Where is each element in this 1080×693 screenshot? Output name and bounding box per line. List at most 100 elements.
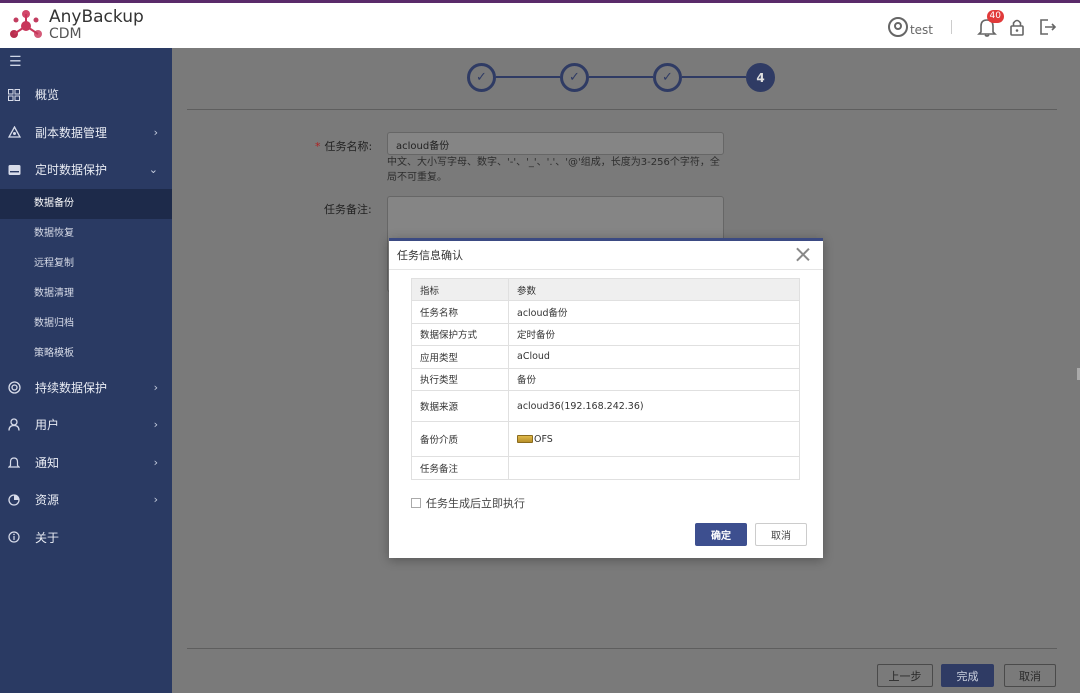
chevron-right-icon: ›: [153, 493, 158, 507]
wizard-steps: ✓ ✓ ✓ 4: [467, 63, 782, 93]
brand-name: AnyBackup: [49, 7, 144, 27]
sidebar-subitem-data-backup[interactable]: 数据备份: [0, 188, 172, 219]
sidebar-subitem-data-archive[interactable]: 数据归档: [0, 309, 172, 339]
menu-toggle-icon[interactable]: ☰: [0, 48, 172, 76]
info-icon: [7, 530, 21, 544]
table-row: 数据来源 acloud36(192.168.242.36): [411, 390, 800, 422]
table-row: 任务名称 acloud备份: [411, 300, 800, 324]
step-done-check-icon: ✓: [653, 63, 682, 92]
user-avatar-icon[interactable]: [887, 17, 908, 37]
sidebar-item-label: 副本数据管理: [35, 125, 108, 140]
table-row: 备份介质 OFS: [411, 421, 800, 457]
sidebar-item-continuous-protection[interactable]: 持续数据保护 ›: [0, 369, 172, 407]
row-key: 数据保护方式: [411, 322, 509, 346]
sidebar-item-label: 持续数据保护: [35, 380, 108, 395]
storage-media-name: OFS: [534, 433, 553, 445]
row-key: 备份介质: [411, 421, 509, 457]
row-value: 备份: [508, 367, 800, 391]
step-connector: [682, 76, 746, 78]
header-actions: test 40: [887, 10, 1058, 40]
table-header-row: 指标 参数: [411, 278, 800, 301]
prev-step-button[interactable]: 上一步: [877, 664, 933, 687]
divider: [187, 109, 1057, 110]
sidebar-item-users[interactable]: 用户 ›: [0, 406, 172, 444]
step-done-check-icon: ✓: [467, 63, 496, 92]
step-current: 4: [746, 63, 775, 92]
lock-icon[interactable]: [1006, 16, 1028, 38]
sidebar-subitem-remote-copy[interactable]: 远程复制: [0, 249, 172, 279]
finish-button[interactable]: 完成: [941, 664, 994, 687]
divider: [951, 20, 952, 34]
row-value: [508, 456, 800, 480]
sidebar-item-about[interactable]: 关于: [0, 519, 172, 557]
username[interactable]: test: [910, 23, 933, 37]
run-now-option[interactable]: 任务生成后立即执行: [411, 495, 525, 511]
continuous-icon: [7, 380, 21, 394]
run-now-label: 任务生成后立即执行: [426, 497, 525, 510]
sidebar-item-label: 用户: [35, 418, 60, 433]
divider: [187, 648, 1057, 649]
brand: AnyBackup CDM: [49, 9, 144, 43]
close-icon[interactable]: [795, 246, 811, 262]
top-bar: AnyBackup CDM test 40: [0, 0, 1080, 48]
notification-bell-icon[interactable]: 40: [976, 10, 1004, 38]
sidebar-item-copy-data[interactable]: 副本数据管理 ›: [0, 114, 172, 152]
task-name-help: 中文、大小写字母、数字、'-'、'_'、'.'、'@'组成，长度为3-256个字…: [387, 157, 720, 183]
sidebar-item-label: 概览: [35, 88, 60, 103]
row-key: 应用类型: [411, 345, 509, 369]
logout-icon[interactable]: [1036, 16, 1058, 38]
task-name-label: * 任务名称:: [315, 138, 372, 154]
chevron-right-icon: ›: [153, 125, 158, 139]
table-row: 执行类型 备份: [411, 367, 800, 391]
anybackup-logo-icon: [10, 10, 42, 38]
storage-media-icon: [517, 434, 533, 443]
dialog-title: 任务信息确认: [389, 241, 823, 270]
chevron-right-icon: ›: [153, 418, 158, 432]
column-header: 指标: [411, 278, 509, 301]
row-key: 数据来源: [411, 390, 509, 422]
sidebar-item-label: 关于: [35, 530, 60, 545]
run-now-checkbox[interactable]: [411, 498, 421, 508]
user-icon: [7, 418, 21, 432]
row-value: OFS: [508, 421, 800, 457]
sidebar-item-overview[interactable]: 概览: [0, 76, 172, 114]
table-row: 数据保护方式 定时备份: [411, 322, 800, 346]
step-connector: [589, 76, 653, 78]
grid-icon: [7, 88, 21, 102]
dialog-cancel-button[interactable]: 取消: [755, 523, 807, 546]
notification-badge: 40: [986, 10, 1004, 23]
sidebar-item-resources[interactable]: 资源 ›: [0, 481, 172, 519]
chevron-right-icon: ›: [153, 380, 158, 394]
step-connector: [496, 76, 560, 78]
table-row: 应用类型 aCloud: [411, 345, 800, 369]
sidebar-subitem-data-cleanup[interactable]: 数据清理: [0, 279, 172, 309]
confirm-button[interactable]: 确定: [695, 523, 747, 546]
row-key: 任务备注: [411, 456, 509, 480]
task-name-input[interactable]: acloud备份: [387, 132, 724, 155]
sidebar-item-notifications[interactable]: 通知 ›: [0, 444, 172, 482]
pie-icon: [7, 493, 21, 507]
sidebar-subitem-policy-template[interactable]: 策略模板: [0, 339, 172, 369]
required-mark: *: [315, 140, 321, 153]
sidebar-item-label: 资源: [35, 493, 60, 508]
task-name-label-text: 任务名称:: [324, 140, 373, 153]
task-note-label: 任务备注:: [324, 203, 372, 216]
sidebar-item-scheduled-protection[interactable]: 定时数据保护 ⌄: [0, 151, 172, 189]
cancel-button[interactable]: 取消: [1004, 664, 1056, 687]
chevron-down-icon: ⌄: [148, 163, 158, 177]
task-info-table: 指标 参数 任务名称 acloud备份 数据保护方式 定时备份 应用类型 aCl…: [411, 278, 800, 480]
table-row: 任务备注: [411, 456, 800, 480]
copy-data-icon: [7, 125, 21, 139]
row-value: 定时备份: [508, 322, 800, 346]
row-value: acloud36(192.168.242.36): [508, 390, 800, 422]
row-key: 执行类型: [411, 367, 509, 391]
bell-icon: [7, 455, 21, 469]
sidebar: ☰ 概览 副本数据管理 › 定时数据保护 ⌄ 数据备份 数据恢复 远程复制 数据…: [0, 48, 172, 693]
brand-subtitle: CDM: [49, 26, 82, 42]
step-done-check-icon: ✓: [560, 63, 589, 92]
row-value: aCloud: [508, 345, 800, 369]
task-confirm-dialog: 任务信息确认 指标 参数 任务名称 acloud备份 数据保护方式 定时备份 应…: [389, 238, 823, 558]
drive-icon: [7, 163, 21, 177]
row-value: acloud备份: [508, 300, 800, 324]
sidebar-subitem-data-restore[interactable]: 数据恢复: [0, 219, 172, 249]
